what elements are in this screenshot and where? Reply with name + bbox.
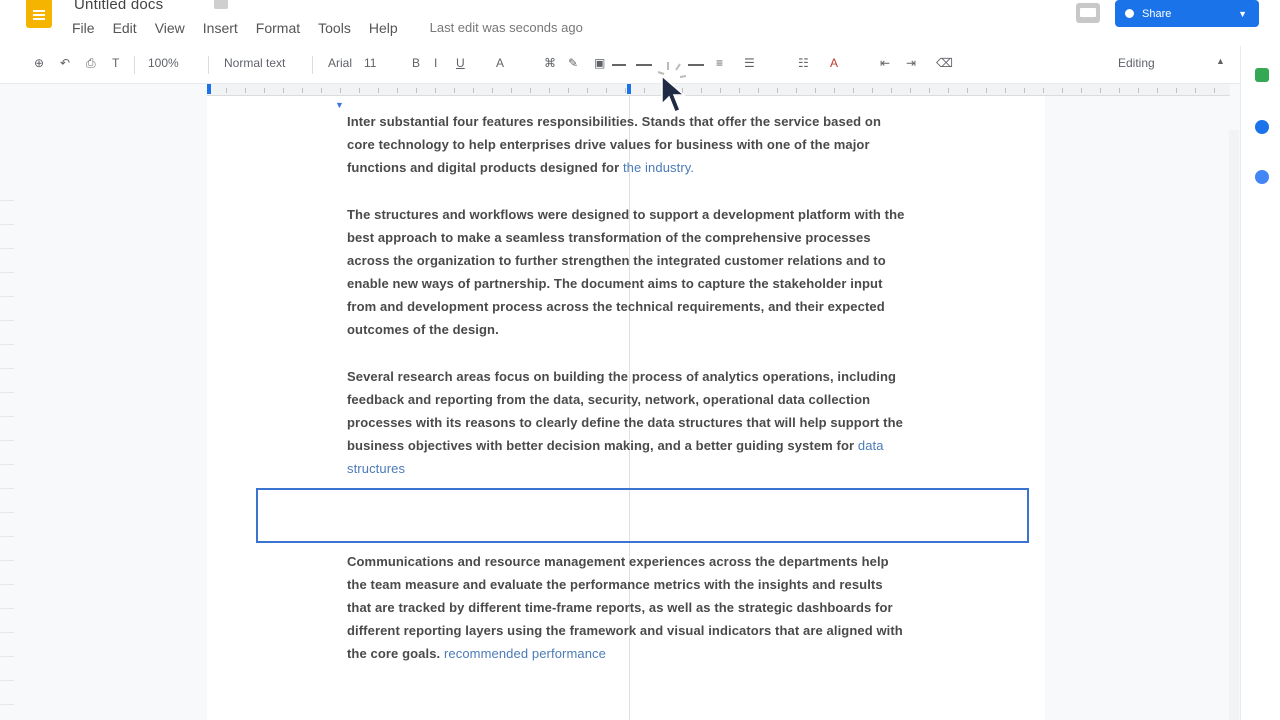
- paragraph-link[interactable]: the industry.: [623, 160, 694, 175]
- right-indent-marker[interactable]: [627, 84, 631, 94]
- left-indent-marker[interactable]: [207, 84, 211, 94]
- menu-bar: File Edit View Insert Format Tools Help …: [72, 20, 601, 36]
- side-panel: [1240, 46, 1280, 720]
- paragraph-1[interactable]: Inter substantial four features responsi…: [347, 110, 907, 179]
- editing-mode-select[interactable]: Editing: [1118, 56, 1155, 70]
- mouse-pointer-icon: [657, 62, 687, 113]
- print-icon[interactable]: ⎙: [86, 56, 96, 71]
- menu-tools[interactable]: Tools: [318, 20, 361, 36]
- contacts-icon[interactable]: [1255, 170, 1269, 184]
- paragraph-2[interactable]: The structures and workflows were design…: [347, 203, 907, 342]
- comment-icon[interactable]: ✎: [568, 56, 578, 70]
- undo-icon[interactable]: ↶: [60, 56, 70, 70]
- image-icon[interactable]: ▣: [594, 56, 605, 70]
- docs-app: Untitled docs File Edit View Insert Form…: [0, 0, 1280, 720]
- font-size-input[interactable]: 11: [364, 56, 376, 70]
- share-label: Share: [1142, 7, 1172, 20]
- paragraph-3[interactable]: Several research areas focus on building…: [347, 365, 907, 480]
- link-icon[interactable]: ⌘: [544, 56, 556, 70]
- paint-format-icon[interactable]: T: [112, 56, 119, 70]
- paragraph-link-2[interactable]: performance: [532, 646, 606, 661]
- toolbar-divider: [312, 56, 313, 74]
- line-spacing-icon[interactable]: ≡: [716, 56, 723, 70]
- align-left-icon[interactable]: [612, 64, 626, 66]
- docs-logo-icon[interactable]: [26, 0, 52, 28]
- formatting-toolbar: ⊕ ↶ ⎙ T 100% Normal text Arial 11 B I U …: [0, 46, 1240, 84]
- paragraph-4[interactable]: Communications and resource management e…: [347, 550, 907, 665]
- move-to-folder-icon[interactable]: [214, 0, 228, 9]
- text-cursor-marker: ▼: [335, 100, 344, 110]
- search-menus-icon[interactable]: ⊕: [34, 56, 44, 70]
- share-button[interactable]: Share ▼: [1115, 0, 1259, 27]
- style-select[interactable]: Normal text: [224, 56, 285, 70]
- lock-icon: [1125, 9, 1134, 18]
- underline-icon[interactable]: U: [456, 56, 465, 70]
- decrease-indent-icon[interactable]: ⇤: [880, 56, 890, 70]
- menu-edit[interactable]: Edit: [113, 20, 147, 36]
- vertical-scrollbar[interactable]: [1229, 130, 1239, 720]
- page-gutter: [1045, 96, 1230, 720]
- document-title[interactable]: Untitled docs: [74, 0, 163, 13]
- text-color-icon[interactable]: A: [496, 56, 504, 70]
- zoom-select[interactable]: 100%: [148, 56, 179, 70]
- ruler-ticks: [207, 88, 1230, 93]
- bold-icon[interactable]: B: [412, 56, 420, 70]
- paragraph-text: Inter substantial four features responsi…: [347, 114, 881, 176]
- menu-file[interactable]: File: [72, 20, 105, 36]
- clear-formatting-icon[interactable]: ⌫: [936, 56, 953, 70]
- header-bar: Untitled docs File Edit View Insert Form…: [0, 0, 1280, 46]
- menu-format[interactable]: Format: [256, 20, 310, 36]
- selection-box[interactable]: [256, 488, 1029, 543]
- toolbar-divider: [208, 56, 209, 74]
- toolbar-divider: [134, 56, 135, 74]
- comment-history-icon[interactable]: [1076, 3, 1100, 23]
- menu-view[interactable]: View: [155, 20, 195, 36]
- font-select[interactable]: Arial: [328, 56, 352, 70]
- chevron-down-icon: ▼: [1238, 8, 1247, 19]
- align-right-icon[interactable]: [688, 64, 704, 66]
- tasks-icon[interactable]: [1255, 120, 1269, 134]
- paragraph-text: The structures and workflows were design…: [347, 207, 905, 338]
- highlight-color-icon[interactable]: A: [830, 56, 838, 70]
- italic-icon[interactable]: I: [434, 56, 437, 70]
- paragraph-text: Communications and resource management e…: [347, 554, 903, 662]
- last-edit-link[interactable]: Last edit was seconds ago: [430, 20, 593, 36]
- hide-menus-icon[interactable]: ▲: [1216, 56, 1225, 66]
- sheets-icon[interactable]: [1255, 68, 1269, 82]
- menu-insert[interactable]: Insert: [203, 20, 248, 36]
- paragraph-link[interactable]: recommended: [444, 646, 528, 661]
- menu-help[interactable]: Help: [369, 20, 408, 36]
- align-center-icon[interactable]: [636, 64, 652, 66]
- paragraph-text: Several research areas focus on building…: [347, 369, 903, 454]
- outline-panel: [0, 84, 207, 720]
- checklist-icon[interactable]: ☰: [744, 56, 755, 70]
- ruler[interactable]: [207, 84, 1230, 96]
- increase-indent-icon[interactable]: ⇥: [906, 56, 916, 70]
- bulleted-list-icon[interactable]: ☷: [798, 56, 809, 70]
